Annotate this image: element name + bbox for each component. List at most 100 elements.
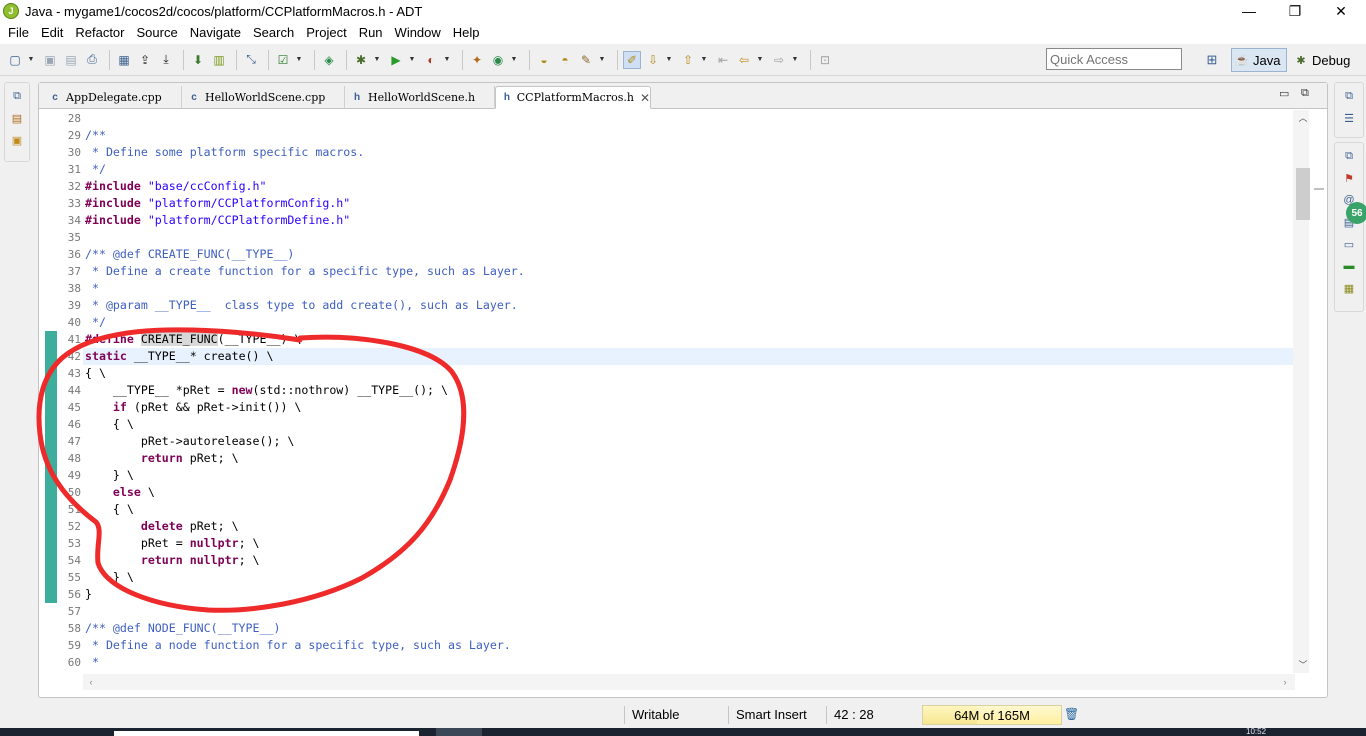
- previous-annotation-icon[interactable]: ⇧: [679, 51, 697, 69]
- task-icon[interactable]: ☑: [274, 51, 292, 69]
- menu-source[interactable]: Source: [131, 23, 184, 43]
- project-explorer-icon[interactable]: ▣: [8, 131, 26, 149]
- console-icon[interactable]: ▭: [1340, 235, 1358, 253]
- forward-dropdown-icon[interactable]: ▼: [791, 51, 799, 69]
- menu-search[interactable]: Search: [247, 23, 300, 43]
- menu-window[interactable]: Window: [389, 23, 447, 43]
- new-dropdown-icon[interactable]: ▼: [27, 51, 35, 69]
- save-all-icon[interactable]: ▤: [62, 51, 80, 69]
- search-tool-icon[interactable]: ✎: [577, 51, 595, 69]
- code-line[interactable]: { \: [85, 501, 134, 518]
- download-icon[interactable]: ⤓: [157, 51, 175, 69]
- restore-view-icon[interactable]: ⧉: [1340, 87, 1358, 105]
- open-perspective-icon[interactable]: ⊞: [1203, 51, 1221, 69]
- code-line[interactable]: */: [85, 314, 106, 331]
- perspective-java[interactable]: ☕ Java: [1231, 48, 1287, 72]
- code-line[interactable]: *: [85, 280, 99, 297]
- scroll-left-icon[interactable]: ‹: [85, 676, 97, 688]
- code-line[interactable]: if (pRet && pRet->init()) \: [85, 399, 301, 416]
- debug-icon[interactable]: ✱: [352, 51, 370, 69]
- last-edit-location-icon[interactable]: ⇤: [714, 51, 732, 69]
- minimize-button[interactable]: —: [1226, 0, 1272, 22]
- notification-badge[interactable]: 56: [1346, 202, 1366, 224]
- code-line[interactable]: * Define a node function for a specific …: [85, 637, 511, 654]
- taskbar-search-box[interactable]: [114, 731, 419, 736]
- package-explorer-icon[interactable]: ▤: [8, 109, 26, 127]
- mark-occurrences-icon[interactable]: ✐: [623, 50, 641, 69]
- code-line[interactable]: /** @def CREATE_FUNC(__TYPE__): [85, 246, 294, 263]
- run-icon[interactable]: ▶: [387, 51, 405, 69]
- previous-annotation-dropdown-icon[interactable]: ▼: [700, 51, 708, 69]
- open-type-icon[interactable]: ◒: [535, 51, 553, 69]
- horizontal-scrollbar[interactable]: ‹ ›: [83, 674, 1295, 690]
- menu-project[interactable]: Project: [300, 23, 352, 43]
- menu-refactor[interactable]: Refactor: [69, 23, 130, 43]
- code-line[interactable]: }: [85, 586, 92, 603]
- external-tools-icon[interactable]: ◐: [422, 51, 440, 69]
- back-icon[interactable]: ⇦: [735, 51, 753, 69]
- heap-status[interactable]: 64M of 165M: [922, 705, 1062, 725]
- code-line[interactable]: } \: [85, 569, 134, 586]
- debug-dropdown-icon[interactable]: ▼: [373, 51, 381, 69]
- menu-run[interactable]: Run: [353, 23, 389, 43]
- code-line[interactable]: #include "platform/CCPlatformDefine.h": [85, 212, 350, 229]
- menu-navigate[interactable]: Navigate: [184, 23, 247, 43]
- skip-breakpoints-icon[interactable]: ⤡: [242, 51, 260, 69]
- maximize-editor-icon[interactable]: ⧉: [1301, 87, 1315, 101]
- code-line[interactable]: return nullptr; \: [85, 552, 260, 569]
- code-line[interactable]: * Define some platform specific macros.: [85, 144, 364, 161]
- overview-ruler[interactable]: [1311, 110, 1327, 673]
- print-icon[interactable]: ⎙: [83, 51, 101, 69]
- menu-edit[interactable]: Edit: [35, 23, 69, 43]
- scroll-right-icon[interactable]: ›: [1279, 676, 1291, 688]
- outline-icon[interactable]: ☰: [1340, 109, 1358, 127]
- close-tab-icon[interactable]: ✕: [640, 91, 650, 105]
- external-tools-dropdown-icon[interactable]: ▼: [443, 51, 451, 69]
- code-line[interactable]: __TYPE__ *pRet = new(std::nothrow) __TYP…: [85, 382, 448, 399]
- code-line[interactable]: /** @def NODE_FUNC(__TYPE__): [85, 620, 280, 637]
- code-line[interactable]: static __TYPE__* create() \: [85, 348, 273, 365]
- next-annotation-dropdown-icon[interactable]: ▼: [665, 51, 673, 69]
- new-type-dropdown-icon[interactable]: ▼: [510, 51, 518, 69]
- vertical-scrollbar[interactable]: ︿ ﹀: [1293, 110, 1310, 673]
- logcat-icon[interactable]: ▦: [1340, 279, 1358, 297]
- new-icon[interactable]: ▢: [6, 51, 24, 69]
- minimize-editor-icon[interactable]: ▭: [1279, 87, 1293, 101]
- code-line[interactable]: { \: [85, 365, 106, 382]
- code-line[interactable]: *: [85, 654, 99, 671]
- tab-helloworldscene-h[interactable]: h HelloWorldScene.h: [345, 86, 495, 109]
- next-annotation-icon[interactable]: ⇩: [644, 51, 662, 69]
- restore-button[interactable]: ❐: [1272, 0, 1318, 22]
- code-line[interactable]: pRet = nullptr; \: [85, 535, 260, 552]
- new-class-icon[interactable]: ◈: [320, 51, 338, 69]
- close-button[interactable]: ✕: [1318, 0, 1364, 22]
- task-dropdown-icon[interactable]: ▼: [295, 51, 303, 69]
- android-sdk-icon[interactable]: ▥: [210, 51, 228, 69]
- tab-appdelegate-cpp[interactable]: c AppDelegate.cpp: [43, 86, 182, 109]
- save-icon[interactable]: ▣: [41, 51, 59, 69]
- perspective-debug[interactable]: ✱ Debug: [1291, 48, 1357, 72]
- taskbar-app-button[interactable]: [436, 728, 482, 736]
- scroll-down-icon[interactable]: ﹀: [1296, 659, 1310, 671]
- restore-view-icon[interactable]: ⧉: [1340, 147, 1358, 165]
- menu-help[interactable]: Help: [447, 23, 486, 43]
- problems-icon[interactable]: ⚑: [1340, 169, 1358, 187]
- search-dropdown-icon[interactable]: ▼: [598, 51, 606, 69]
- code-line[interactable]: * Define a create function for a specifi…: [85, 263, 525, 280]
- tab-ccplatformmacros-h[interactable]: h CCPlatformMacros.h ✕: [495, 86, 651, 109]
- tab-helloworldscene-cpp[interactable]: c HelloWorldScene.cpp: [182, 86, 345, 109]
- open-resource-icon[interactable]: ◓: [556, 51, 574, 69]
- code-editor[interactable]: 28 29 30 31 32 33 34 35 36 37 38 39 40 41 42 43 44 45 46 47…: [39, 110, 1295, 673]
- code-line[interactable]: #define CREATE_FUNC(__TYPE__) \: [85, 331, 301, 348]
- restore-view-icon[interactable]: ⧉: [8, 87, 26, 105]
- code-line[interactable]: } \: [85, 467, 134, 484]
- code-line[interactable]: * @param __TYPE__ class type to add crea…: [85, 297, 518, 314]
- upload-icon[interactable]: ⇪: [136, 51, 154, 69]
- code-line[interactable]: pRet->autorelease(); \: [85, 433, 295, 450]
- pin-editor-icon[interactable]: ⊡: [816, 51, 834, 69]
- code-line[interactable]: #include "platform/CCPlatformConfig.h": [85, 195, 350, 212]
- vertical-scroll-thumb[interactable]: [1296, 168, 1310, 220]
- code-line[interactable]: return pRet; \: [85, 450, 239, 467]
- code-line[interactable]: else \: [85, 484, 155, 501]
- run-dropdown-icon[interactable]: ▼: [408, 51, 416, 69]
